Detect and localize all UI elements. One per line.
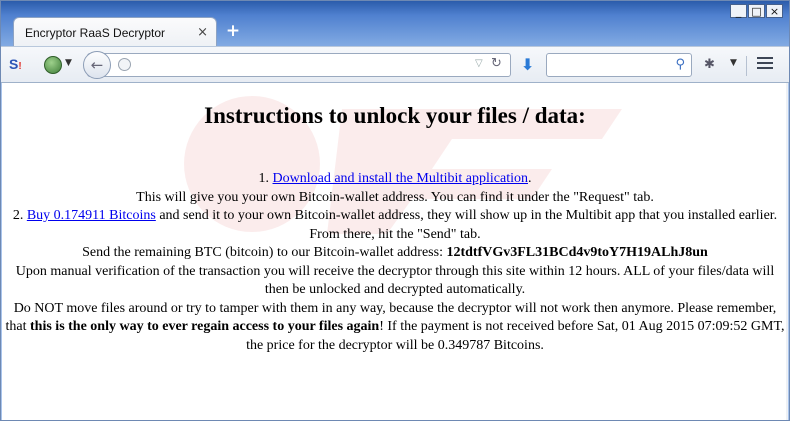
warning-text: Do NOT move files around or try to tampe…	[4, 300, 786, 356]
globe-icon[interactable]	[44, 56, 62, 74]
extension-dropdown-icon[interactable]: ▼	[730, 58, 737, 68]
buy-bitcoins-link[interactable]: Buy 0.174911 Bitcoins	[27, 208, 156, 223]
step-2: 2. Buy 0.174911 Bitcoins and send it to …	[4, 207, 786, 244]
close-window-button[interactable]: ×	[766, 4, 783, 18]
maximize-button[interactable]: □	[748, 4, 765, 18]
page-title: Instructions to unlock your files / data…	[204, 103, 586, 128]
download-multibit-link[interactable]: Download and install the Multibit applic…	[273, 171, 528, 186]
new-tab-button[interactable]: +	[225, 22, 241, 40]
reload-icon[interactable]: ↻	[491, 56, 502, 71]
scrollbar-edge	[786, 83, 788, 420]
step1-suffix: .	[527, 171, 532, 186]
step2-suffix: and send it to your own Bitcoin-wallet a…	[155, 208, 778, 242]
warning-bold: this is the only way to ever regain acce…	[30, 319, 380, 334]
search-icon[interactable]: ⚲	[675, 57, 685, 72]
search-input[interactable]: ⚲	[546, 53, 692, 77]
page-content: Instructions to unlock your files / data…	[2, 83, 788, 420]
browser-window: _ □ × Encryptor RaaS Decryptor × + S! ▼ …	[0, 0, 790, 421]
send-text: Send the remaining BTC (bitcoin) to our …	[82, 245, 447, 260]
wallet-address: 12tdtfVGv3FL31BCd4v9toY7H19ALhJ8un	[446, 245, 708, 260]
step-1: 1. Download and install the Multibit app…	[4, 170, 786, 189]
send-instruction: Send the remaining BTC (bitcoin) to our …	[4, 244, 786, 263]
minimize-button[interactable]: _	[730, 4, 747, 18]
navigation-toolbar: S! ▼ ← ▽ ↻ ⬇ ⚲ ✱ ▼	[1, 46, 789, 83]
step-1-detail: This will give you your own Bitcoin-wall…	[136, 189, 654, 205]
verification-text: Upon manual verification of the transact…	[15, 263, 775, 298]
browser-tab[interactable]: Encryptor RaaS Decryptor ×	[13, 17, 217, 47]
tab-close-icon[interactable]: ×	[197, 25, 208, 40]
step2-prefix: 2.	[12, 208, 27, 223]
download-icon[interactable]: ⬇	[521, 55, 534, 74]
site-identity-icon[interactable]	[118, 58, 131, 71]
tab-title: Encryptor RaaS Decryptor	[25, 25, 166, 40]
s-icon[interactable]: S!	[9, 56, 27, 73]
back-icon[interactable]: ←	[83, 51, 111, 79]
step1-prefix: 1.	[258, 171, 273, 186]
chevron-down-icon[interactable]: ▼	[65, 58, 72, 68]
extension-icon[interactable]: ✱	[704, 57, 715, 72]
menu-icon[interactable]	[757, 57, 773, 72]
address-bar[interactable]	[87, 53, 511, 77]
window-controls: _ □ ×	[730, 4, 783, 18]
instructions-block: 1. Download and install the Multibit app…	[4, 170, 786, 355]
toolbar-divider	[746, 56, 747, 76]
url-dropdown-icon[interactable]: ▽	[475, 58, 483, 69]
